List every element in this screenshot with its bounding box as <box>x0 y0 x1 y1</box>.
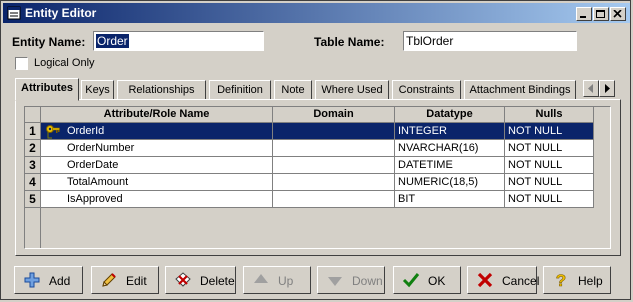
entity-name-value: Order <box>96 34 129 48</box>
svg-text:?: ? <box>556 271 566 289</box>
delete-icon <box>175 272 191 287</box>
domain-cell[interactable] <box>273 157 395 174</box>
cancel-label: Cancel <box>502 274 540 288</box>
maximize-icon <box>596 10 605 18</box>
datatype-cell[interactable]: NVARCHAR(16) <box>395 140 505 157</box>
plus-icon <box>24 272 40 288</box>
arrow-right-icon <box>605 84 610 93</box>
primary-key-icon <box>46 125 60 139</box>
attribute-name: OrderNumber <box>67 142 135 154</box>
entity-editor-icon <box>7 6 21 20</box>
logical-only-checkbox[interactable] <box>15 57 28 70</box>
tab-scroll-left-button[interactable] <box>583 80 599 97</box>
column-header-domain[interactable]: Domain <box>273 107 395 123</box>
domain-cell[interactable] <box>273 174 395 191</box>
logical-only-label: Logical Only <box>34 57 95 69</box>
down-button[interactable]: Down <box>317 266 385 294</box>
attribute-name: OrderDate <box>67 159 119 171</box>
up-button[interactable]: Up <box>243 266 311 294</box>
pencil-icon <box>102 273 116 287</box>
column-header-nulls[interactable]: Nulls <box>505 107 594 123</box>
tab-relationships[interactable]: Relationships <box>117 80 206 100</box>
datatype-cell[interactable]: NUMERIC(18,5) <box>395 174 505 191</box>
help-label: Help <box>578 274 603 288</box>
tab-note[interactable]: Note <box>274 80 312 100</box>
add-button[interactable]: Add <box>14 266 83 294</box>
nulls-cell[interactable]: NOT NULL <box>505 157 594 174</box>
table-row[interactable]: OrderDate <box>41 157 273 174</box>
row-number[interactable]: 2 <box>25 140 41 157</box>
attributes-panel: Attribute/Role Name Domain Datatype Null… <box>15 99 621 256</box>
maximize-button[interactable] <box>593 7 609 21</box>
tab-constraints[interactable]: Constraints <box>392 80 461 100</box>
table-name-label: Table Name: <box>314 35 385 49</box>
nulls-cell[interactable]: NOT NULL <box>505 174 594 191</box>
tab-where-used[interactable]: Where Used <box>315 80 389 100</box>
delete-button[interactable]: Delete <box>165 266 236 294</box>
help-question-icon: ? <box>556 271 567 289</box>
delete-label: Delete <box>200 274 235 288</box>
nulls-cell[interactable]: NOT NULL <box>505 191 594 208</box>
entity-name-field[interactable]: Order <box>93 31 264 51</box>
ok-label: OK <box>428 274 446 288</box>
domain-cell[interactable] <box>273 123 395 140</box>
cancel-button[interactable]: Cancel <box>467 266 540 294</box>
row-header-filler <box>25 208 41 248</box>
row-number[interactable]: 1 <box>25 123 41 140</box>
help-button[interactable]: ? Help <box>543 266 611 294</box>
row-number[interactable]: 3 <box>25 157 41 174</box>
tab-attachment-bindings[interactable]: Attachment Bindings <box>464 80 576 100</box>
close-button[interactable] <box>610 7 626 21</box>
attributes-grid: Attribute/Role Name Domain Datatype Null… <box>24 106 611 249</box>
edit-label: Edit <box>126 274 147 288</box>
arrow-left-icon <box>588 84 593 93</box>
tab-scroll-right-button[interactable] <box>599 80 615 97</box>
nulls-cell[interactable]: NOT NULL <box>505 123 594 140</box>
row-number[interactable]: 5 <box>25 191 41 208</box>
entity-name-label: Entity Name: <box>12 35 86 49</box>
close-icon <box>613 10 622 18</box>
cancel-x-icon <box>477 272 493 288</box>
table-row[interactable]: OrderId <box>41 123 273 140</box>
window-title: Entity Editor <box>25 6 97 20</box>
row-number[interactable]: 4 <box>25 174 41 191</box>
check-icon <box>402 273 420 288</box>
entity-editor-window: Entity Editor Entity Name: Order Table N… <box>0 0 631 300</box>
tab-definition[interactable]: Definition <box>209 80 271 100</box>
table-name-value: TblOrder <box>406 34 454 48</box>
domain-cell[interactable] <box>273 140 395 157</box>
attribute-name: OrderId <box>67 125 105 137</box>
edit-button[interactable]: Edit <box>91 266 159 294</box>
attribute-name: TotalAmount <box>67 176 129 188</box>
table-row[interactable]: TotalAmount <box>41 174 273 191</box>
arrow-down-icon <box>328 277 342 286</box>
tab-keys[interactable]: Keys <box>81 80 114 100</box>
minimize-icon <box>580 16 586 18</box>
attribute-name: IsApproved <box>67 193 123 205</box>
add-label: Add <box>49 274 71 288</box>
up-label: Up <box>278 274 294 288</box>
datatype-cell[interactable]: INTEGER <box>395 123 505 140</box>
minimize-button[interactable] <box>576 7 592 21</box>
nulls-cell[interactable]: NOT NULL <box>505 140 594 157</box>
column-header-datatype[interactable]: Datatype <box>395 107 505 123</box>
title-bar[interactable]: Entity Editor <box>3 3 630 23</box>
down-label: Down <box>352 274 383 288</box>
grid-corner <box>25 107 41 123</box>
arrow-up-icon <box>254 274 268 283</box>
datatype-cell[interactable]: DATETIME <box>395 157 505 174</box>
ok-button[interactable]: OK <box>393 266 461 294</box>
table-row[interactable]: OrderNumber <box>41 140 273 157</box>
column-header-name[interactable]: Attribute/Role Name <box>41 107 273 123</box>
table-row[interactable]: IsApproved <box>41 191 273 208</box>
table-name-field[interactable]: TblOrder <box>403 31 577 51</box>
tab-attributes[interactable]: Attributes <box>15 78 79 101</box>
domain-cell[interactable] <box>273 191 395 208</box>
datatype-cell[interactable]: BIT <box>395 191 505 208</box>
